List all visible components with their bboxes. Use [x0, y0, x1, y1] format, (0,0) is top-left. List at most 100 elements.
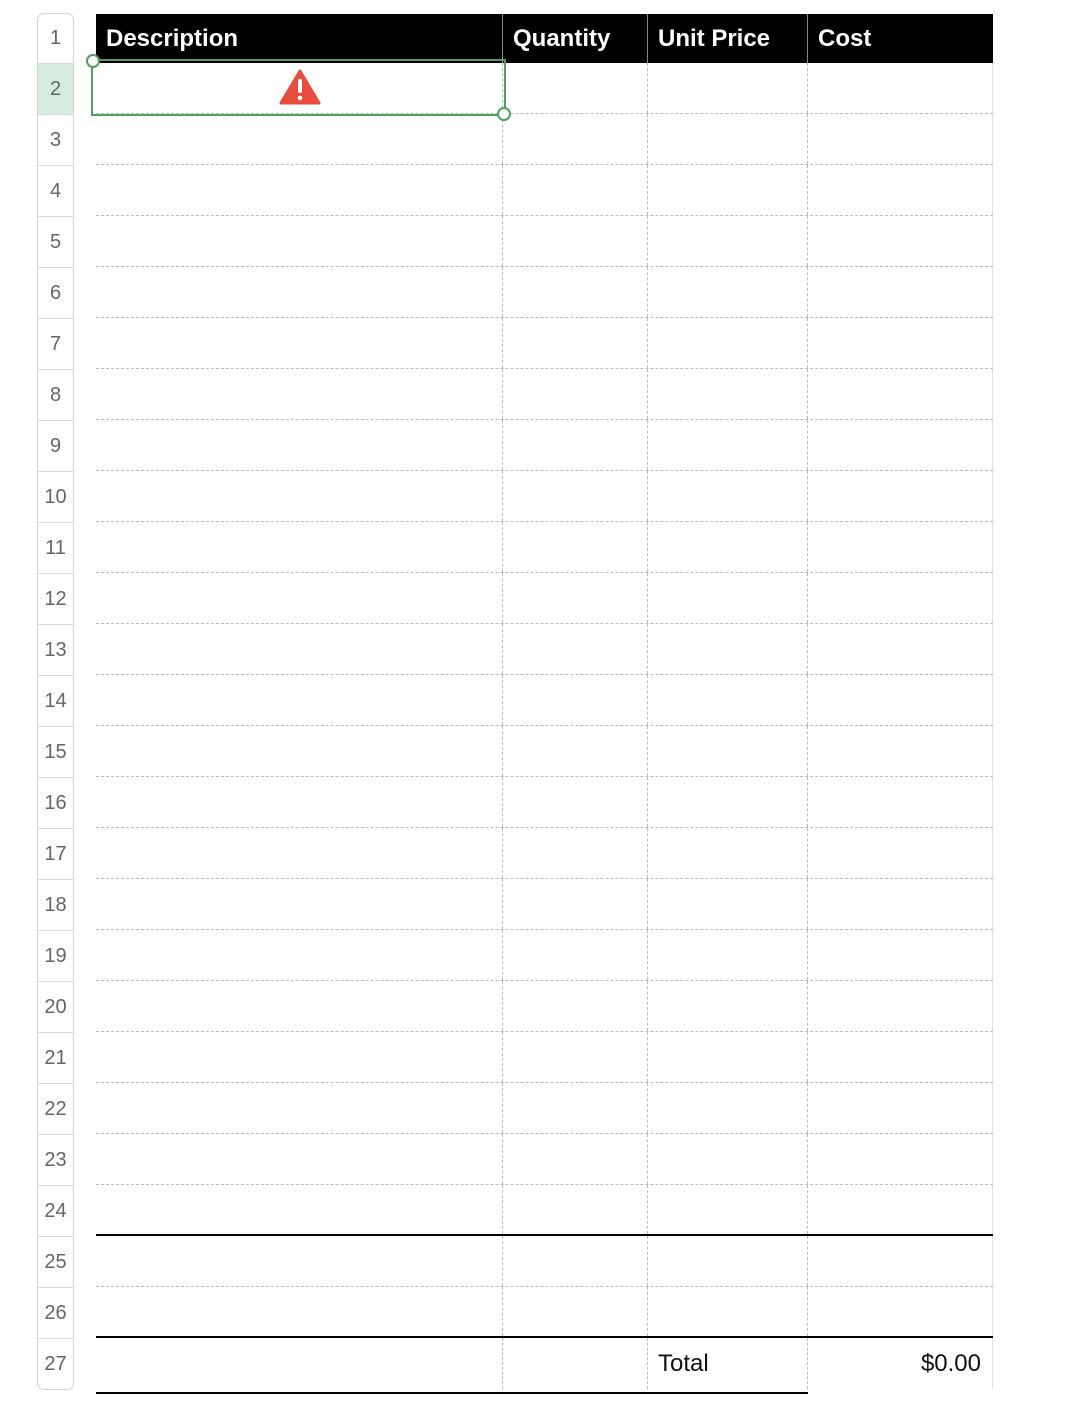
row-header[interactable]: 8: [38, 370, 73, 421]
row-header[interactable]: 7: [38, 319, 73, 370]
table-cell[interactable]: [96, 318, 503, 368]
table-cell[interactable]: [648, 1134, 808, 1184]
table-cell[interactable]: [96, 624, 503, 674]
table-cell[interactable]: [648, 114, 808, 164]
table-cell[interactable]: [503, 471, 648, 521]
table-cell[interactable]: [503, 318, 648, 368]
table-cell[interactable]: [96, 165, 503, 215]
table-cell[interactable]: [808, 1236, 993, 1286]
total-value[interactable]: $0.00: [808, 1338, 993, 1389]
table-cell[interactable]: [808, 1185, 993, 1234]
table-cell[interactable]: [808, 726, 993, 776]
table-cell[interactable]: [96, 573, 503, 623]
row-header[interactable]: 20: [38, 982, 73, 1033]
warning-icon[interactable]: [279, 69, 321, 105]
table-cell[interactable]: [808, 1032, 993, 1082]
table-cell[interactable]: [503, 267, 648, 317]
table-cell[interactable]: [808, 675, 993, 725]
table-cell[interactable]: [648, 216, 808, 266]
column-header-quantity[interactable]: Quantity: [503, 14, 648, 63]
table-cell[interactable]: [96, 522, 503, 572]
row-header[interactable]: 17: [38, 829, 73, 880]
table-cell[interactable]: [648, 930, 808, 980]
row-header[interactable]: 25: [38, 1237, 73, 1288]
table-cell[interactable]: [648, 522, 808, 572]
table-cell[interactable]: [808, 318, 993, 368]
table-cell[interactable]: [503, 1134, 648, 1184]
table-cell[interactable]: [808, 930, 993, 980]
table-cell[interactable]: [808, 369, 993, 419]
row-header[interactable]: 16: [38, 778, 73, 829]
row-header[interactable]: 6: [38, 268, 73, 319]
table-cell[interactable]: [808, 1083, 993, 1133]
row-header[interactable]: 26: [38, 1288, 73, 1339]
table-cell[interactable]: [96, 1236, 503, 1286]
table-cell[interactable]: [96, 267, 503, 317]
table-cell[interactable]: [503, 726, 648, 776]
table-cell[interactable]: [808, 1287, 993, 1336]
row-header[interactable]: 5: [38, 217, 73, 268]
table-cell[interactable]: [503, 828, 648, 878]
table-cell[interactable]: [96, 114, 503, 164]
table-cell[interactable]: [648, 63, 808, 113]
table-cell[interactable]: [96, 1185, 503, 1234]
row-header[interactable]: 14: [38, 676, 73, 727]
table-cell[interactable]: [808, 981, 993, 1031]
table-cell[interactable]: [648, 624, 808, 674]
row-header[interactable]: 22: [38, 1084, 73, 1135]
table-cell[interactable]: [808, 522, 993, 572]
table-cell[interactable]: [96, 675, 503, 725]
table-cell[interactable]: [808, 828, 993, 878]
table-cell[interactable]: [648, 879, 808, 929]
table-cell[interactable]: [808, 777, 993, 827]
table-cell[interactable]: [648, 1083, 808, 1133]
table-cell[interactable]: [808, 573, 993, 623]
table-cell[interactable]: [503, 63, 648, 113]
table-cell[interactable]: [96, 216, 503, 266]
table-cell[interactable]: [648, 1236, 808, 1286]
row-header[interactable]: 12: [38, 574, 73, 625]
row-header[interactable]: 2: [38, 64, 73, 115]
table-cell[interactable]: [808, 267, 993, 317]
table-cell[interactable]: [503, 420, 648, 470]
table-cell[interactable]: [808, 879, 993, 929]
table-cell[interactable]: [648, 1185, 808, 1234]
row-header[interactable]: 1: [38, 14, 73, 64]
table-cell[interactable]: [648, 675, 808, 725]
table-cell[interactable]: [503, 522, 648, 572]
table-cell[interactable]: [648, 1032, 808, 1082]
table-cell[interactable]: [648, 573, 808, 623]
column-header-cost[interactable]: Cost: [808, 14, 993, 63]
table-cell[interactable]: [503, 777, 648, 827]
table-cell[interactable]: [503, 1338, 648, 1389]
row-header[interactable]: 13: [38, 625, 73, 676]
column-header-unit-price[interactable]: Unit Price: [648, 14, 808, 63]
table-cell[interactable]: [503, 1287, 648, 1336]
row-header[interactable]: 4: [38, 166, 73, 217]
table-cell[interactable]: [808, 1134, 993, 1184]
row-header[interactable]: 23: [38, 1135, 73, 1186]
table-cell[interactable]: [96, 930, 503, 980]
table-cell[interactable]: [503, 624, 648, 674]
row-header[interactable]: 9: [38, 421, 73, 472]
table-cell[interactable]: [503, 369, 648, 419]
table-cell[interactable]: [503, 981, 648, 1031]
table-cell[interactable]: [503, 1083, 648, 1133]
table-cell[interactable]: [96, 726, 503, 776]
table-cell[interactable]: [503, 675, 648, 725]
table-cell[interactable]: [96, 828, 503, 878]
row-header[interactable]: 18: [38, 880, 73, 931]
table-cell[interactable]: [503, 1032, 648, 1082]
row-header[interactable]: 11: [38, 523, 73, 574]
row-header[interactable]: 27: [38, 1339, 73, 1389]
table-cell[interactable]: [96, 1287, 503, 1336]
table-cell[interactable]: [96, 777, 503, 827]
table-cell[interactable]: [96, 1032, 503, 1082]
table-cell[interactable]: [808, 471, 993, 521]
table-cell[interactable]: [648, 318, 808, 368]
table-cell[interactable]: [503, 1185, 648, 1234]
table-cell[interactable]: [808, 63, 993, 113]
table-cell[interactable]: [96, 879, 503, 929]
table-cell[interactable]: [648, 369, 808, 419]
column-header-description[interactable]: Description: [96, 14, 503, 63]
